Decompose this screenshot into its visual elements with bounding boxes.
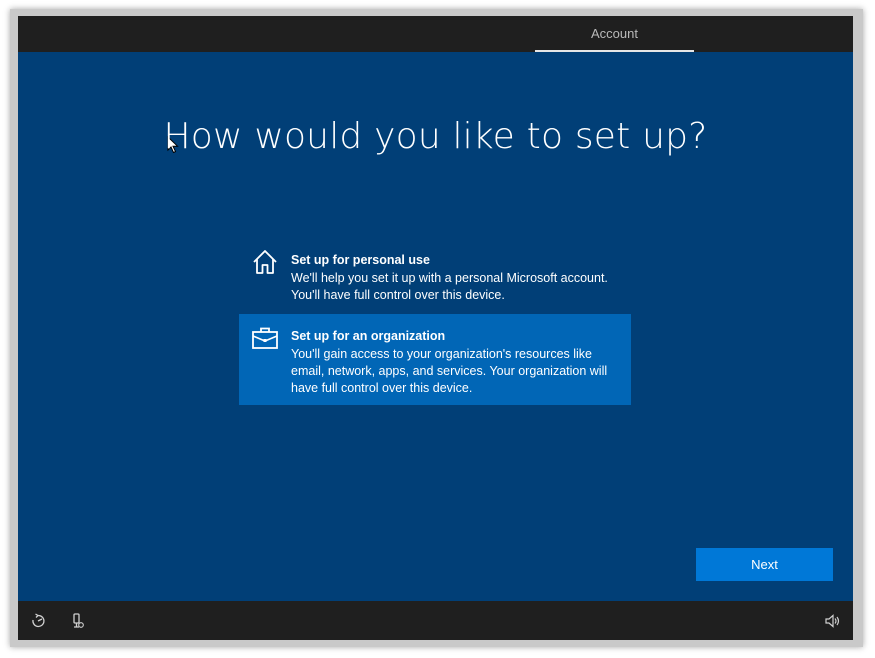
top-bar: Account xyxy=(18,16,853,52)
home-icon xyxy=(253,250,277,274)
option-personal-heading: Set up for personal use xyxy=(291,253,430,267)
oobe-screen: Account How would you like to set up? Se… xyxy=(18,16,853,640)
page-title: How would you like to set up? xyxy=(163,116,708,157)
next-button[interactable]: Next xyxy=(696,548,833,581)
option-organization[interactable]: Set up for an organization You'll gain a… xyxy=(239,314,631,405)
volume-icon[interactable] xyxy=(824,613,840,629)
ease-of-access-icon[interactable] xyxy=(30,613,46,629)
bottom-bar xyxy=(18,601,853,640)
tab-account-label: Account xyxy=(591,26,638,41)
briefcase-icon xyxy=(252,327,278,349)
option-personal-use[interactable]: Set up for personal use We'll help you s… xyxy=(239,244,631,314)
tab-account[interactable]: Account xyxy=(535,16,694,52)
option-personal-description: We'll help you set it up with a personal… xyxy=(291,271,608,302)
option-organization-description: You'll gain access to your organization'… xyxy=(291,347,608,395)
tab-active-indicator xyxy=(535,50,694,52)
microphone-icon[interactable] xyxy=(69,613,85,629)
option-organization-heading: Set up for an organization xyxy=(291,329,446,343)
